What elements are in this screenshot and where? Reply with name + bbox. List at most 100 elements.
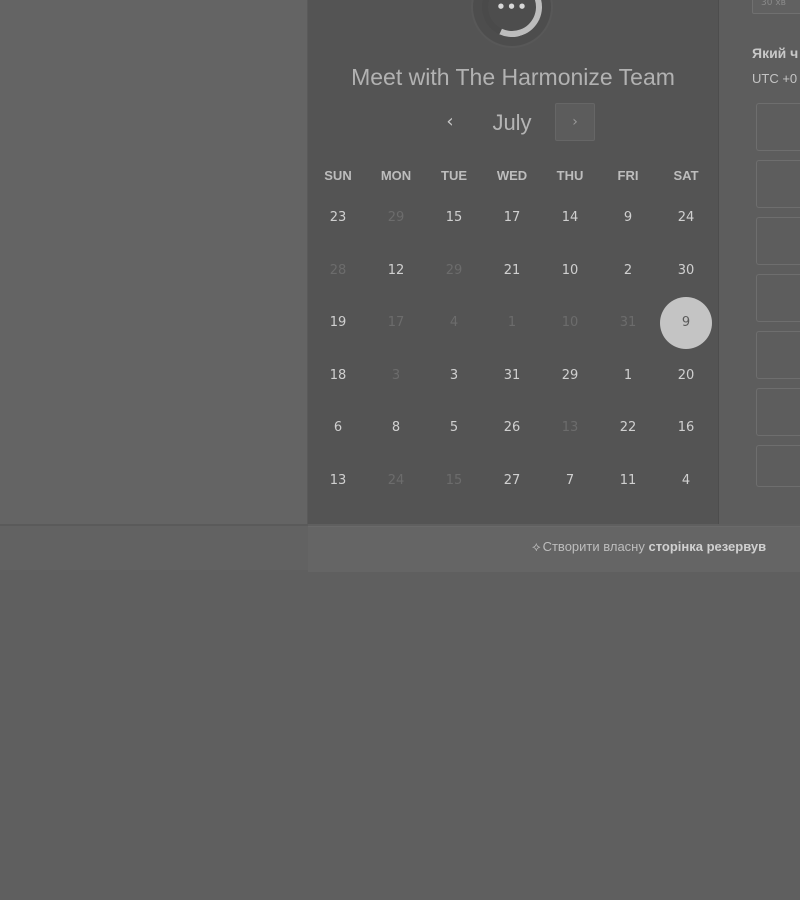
calendar-day[interactable]: 29 (541, 358, 599, 394)
calendar-day[interactable]: 20 (657, 358, 715, 394)
day-number: 31 (503, 367, 521, 383)
calendar-day[interactable]: 5 (425, 410, 483, 446)
calendar-day: 10 (541, 305, 599, 341)
day-number: 29 (445, 262, 463, 278)
calendar-day[interactable]: 9 (599, 200, 657, 236)
day-number: 1 (507, 315, 517, 331)
calendar-day[interactable]: 2 (599, 253, 657, 289)
calendar-week-row: 23 29 15 17 14 9 24 (308, 192, 718, 245)
time-slot-button[interactable] (756, 274, 800, 322)
weekday-label: SAT (673, 168, 699, 183)
calendar-day: 24 (367, 463, 425, 499)
day-number: 6 (333, 420, 343, 436)
calendar-day: 17 (367, 305, 425, 341)
calendar-grid: SUN MON TUE WED THU FRI SAT 23 29 15 17 14 9 2… (308, 160, 718, 507)
day-number: 29 (561, 367, 579, 383)
day-number: 24 (387, 472, 405, 488)
day-number: 23 (329, 210, 347, 226)
day-number: 13 (329, 472, 347, 488)
calendar-day[interactable]: 4 (657, 463, 715, 499)
weekday-label: SUN (324, 168, 352, 183)
weekday-label: TUE (441, 168, 467, 183)
calendar-day[interactable]: 21 (483, 253, 541, 289)
duration-button[interactable]: 30 хв (752, 0, 800, 14)
time-slot-button[interactable] (756, 160, 800, 208)
calendar-day[interactable]: 3 (425, 358, 483, 394)
day-number: 24 (677, 210, 695, 226)
calendar-day[interactable]: 23 (309, 200, 367, 236)
weekday-header: SUN MON TUE WED THU FRI SAT (308, 160, 718, 192)
calendar-day[interactable]: 27 (483, 463, 541, 499)
day-number: 20 (677, 367, 695, 383)
day-number: 11 (619, 472, 637, 488)
calendar-day[interactable]: 16 (657, 410, 715, 446)
time-question-heading: Який ч (752, 45, 799, 61)
calendar-day[interactable]: 18 (309, 358, 367, 394)
day-number: 27 (503, 472, 521, 488)
footer-link-prefix: Створити власну (542, 539, 649, 554)
time-slot-button[interactable] (756, 103, 800, 151)
time-slot-button[interactable] (756, 331, 800, 379)
day-number: 14 (561, 210, 579, 226)
create-booking-page-link[interactable]: ⟡ Створити власну сторінка резервув (532, 539, 766, 555)
calendar-day[interactable]: 7 (541, 463, 599, 499)
weekday-label: WED (496, 168, 528, 183)
calendar-day[interactable]: 8 (367, 410, 425, 446)
day-number: 22 (619, 420, 637, 436)
day-number: 7 (565, 472, 575, 488)
calendar-day[interactable]: 26 (483, 410, 541, 446)
day-number: 5 (449, 420, 459, 436)
calendar-day: 31 (599, 305, 657, 341)
calendar-day[interactable]: 11 (599, 463, 657, 499)
footer-link-bold: сторінка резервув (648, 539, 767, 554)
calendar-week-row: 13 24 15 27 7 11 4 (308, 455, 718, 508)
calendar-day: 3 (367, 358, 425, 394)
calendar-day[interactable]: 1 (599, 358, 657, 394)
weekday-label: THU (556, 168, 584, 183)
day-number: 31 (619, 315, 637, 331)
day-number: 17 (503, 210, 521, 226)
day-number: 28 (329, 262, 347, 278)
calendar-day[interactable]: 10 (541, 253, 599, 289)
time-slot-button[interactable] (756, 217, 800, 265)
calendar-day[interactable]: 22 (599, 410, 657, 446)
weekday-label: MON (380, 168, 412, 183)
calendar-day[interactable]: 14 (541, 200, 599, 236)
hubspot-sprocket-icon: ⟡ (532, 539, 541, 554)
calendar-day[interactable]: 24 (657, 200, 715, 236)
timezone-selector[interactable]: UTC +0 (752, 71, 797, 86)
day-number: 16 (677, 420, 695, 436)
calendar-day[interactable]: 30 (657, 253, 715, 289)
day-number: 18 (329, 367, 347, 383)
footer-strip-left (0, 526, 308, 570)
day-number: 9 (660, 297, 712, 350)
prev-month-button[interactable]: ‹ (435, 103, 465, 141)
day-number: 8 (391, 420, 401, 436)
day-number: 9 (623, 210, 633, 226)
calendar-day[interactable]: 6 (309, 410, 367, 446)
calendar-day[interactable]: 13 (309, 463, 367, 499)
calendar-week-row: 18 3 3 31 29 1 20 (308, 350, 718, 403)
page-background-left (0, 0, 308, 525)
footer: ⟡ Створити власну сторінка резервув (308, 526, 800, 572)
next-month-button[interactable]: › (555, 103, 595, 141)
meeting-title: Meet with The Harmonize Team (351, 64, 675, 90)
day-number: 15 (445, 472, 463, 488)
time-slot-button[interactable] (756, 445, 800, 487)
calendar-day[interactable]: 12 (367, 253, 425, 289)
calendar-day[interactable]: 17 (483, 200, 541, 236)
day-number: 26 (503, 420, 521, 436)
more-dots-icon: ••• (496, 0, 528, 16)
day-number: 29 (387, 210, 405, 226)
calendar-day[interactable]: 19 (309, 305, 367, 341)
calendar-day: 28 (309, 253, 367, 289)
time-slot-button[interactable] (756, 388, 800, 436)
day-number: 4 (449, 315, 459, 331)
day-number: 3 (391, 367, 401, 383)
month-label: July (492, 110, 532, 135)
day-number: 19 (329, 315, 347, 331)
day-number: 15 (445, 210, 463, 226)
selected-day[interactable]: 9 (657, 297, 715, 350)
calendar-day[interactable]: 31 (483, 358, 541, 394)
calendar-day[interactable]: 15 (425, 200, 483, 236)
